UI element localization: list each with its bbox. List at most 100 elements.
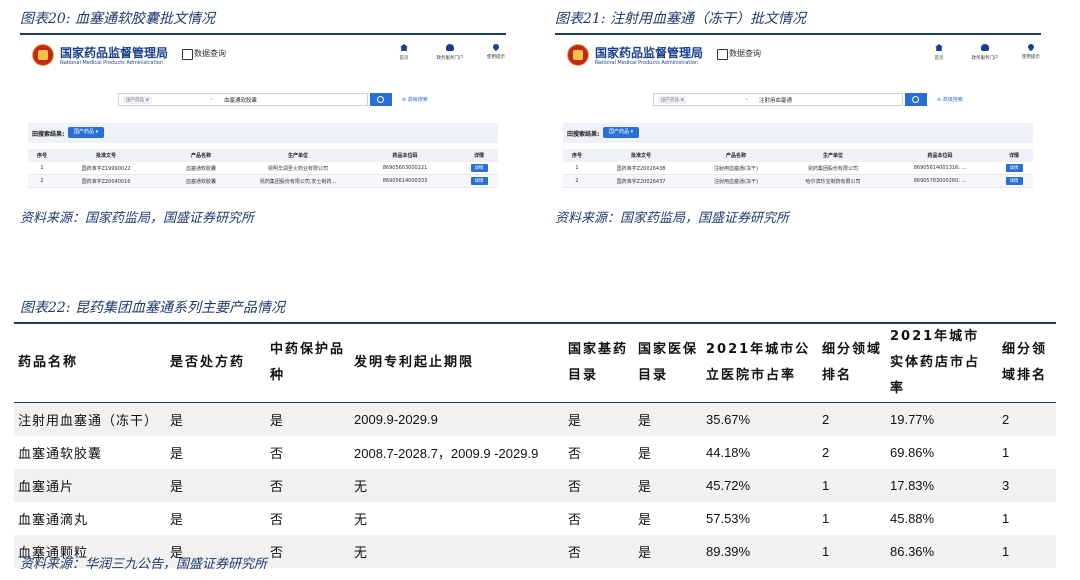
table-cell: 3 xyxy=(998,469,1056,502)
org-name-cn: 国家药品监督管理局 xyxy=(595,46,704,60)
detail-button[interactable]: 详情 xyxy=(1005,177,1023,185)
table-cell: 1 xyxy=(1002,445,1010,460)
table-cell: 86.36% xyxy=(886,535,998,568)
table-cell: 35.67% xyxy=(702,402,818,436)
table-cell: 血塞通片 xyxy=(14,469,166,502)
results-label: 田搜索结果: xyxy=(567,131,600,138)
table-cell: 否 xyxy=(564,535,634,568)
col-header: 生产单位 xyxy=(246,149,350,162)
table-cell: 国药准字Z20026437 xyxy=(591,174,691,188)
table-row: 1 国药准字Z19990022 血塞通软胶囊 昆明华润圣火药业有限公司 8690… xyxy=(28,162,498,175)
chevron-down-icon: ⌄ xyxy=(744,95,750,102)
table-cell: 否 xyxy=(568,447,583,462)
table-cell: 1 xyxy=(818,535,886,568)
search-query: 注射用血塞通 xyxy=(759,98,793,104)
search-button[interactable] xyxy=(370,93,392,106)
col-header: 生产单位 xyxy=(781,149,885,162)
col-header: 国家基药目录 xyxy=(564,322,634,403)
col-header: 国家医保目录 xyxy=(634,322,702,403)
user-icon xyxy=(981,44,989,51)
table-cell: 国药准字Z20040016 xyxy=(56,174,156,188)
figure-22-source: 资料来源：华润三九公告，国盛证券研究所 xyxy=(20,557,268,572)
table-cell: 详情 xyxy=(460,162,498,175)
advanced-search-link[interactable]: ≡ 高级搜索 xyxy=(402,96,428,103)
nav-home[interactable]: 首页 xyxy=(915,44,963,61)
table-cell: 详情 xyxy=(460,174,498,188)
results-table: 序号 批准文号 产品名称 生产单位 药品本位码 详情 1 国药准字Z200264… xyxy=(563,149,1033,188)
nav-home[interactable]: 首页 xyxy=(380,44,428,61)
org-name-cn: 国家药品监督管理局 xyxy=(60,46,169,60)
results-table: 序号 批准文号 产品名称 生产单位 药品本位码 详情 1 国药准字Z199900… xyxy=(28,149,498,188)
table-cell: 44.18% xyxy=(706,445,751,460)
figure-21-source: 资料来源：国家药监局，国盛证券研究所 xyxy=(555,211,790,226)
table-cell: 2 xyxy=(822,445,830,460)
col-header: 发明专利起止期限 xyxy=(350,322,564,403)
table-cell: 86905783000260; ... xyxy=(885,174,995,188)
detail-button[interactable]: 详情 xyxy=(470,164,488,172)
table-cell: 2 xyxy=(818,402,886,436)
col-header: 产品名称 xyxy=(156,149,246,162)
table-cell: 无 xyxy=(350,469,564,502)
table-cell: 注射用血塞通(冻干) xyxy=(691,162,781,175)
advanced-search-link[interactable]: ≡ 高级搜索 xyxy=(937,96,963,103)
table-cell: 86905603000221 xyxy=(350,162,460,175)
figure-20-caption: 图表20: 血塞通软胶囊批文情况 xyxy=(20,11,215,27)
col-header: 中药保护品种 xyxy=(266,322,350,403)
table-cell: 45.72% xyxy=(702,469,818,502)
location-pin-icon xyxy=(1026,42,1036,52)
col-header: 细分领域排名 xyxy=(998,322,1056,403)
table-cell: 1 xyxy=(822,511,830,526)
table-cell: 哈尔滨珍宝制药有限公司 xyxy=(781,174,885,188)
table-cell: 是 xyxy=(170,447,185,462)
results-filter-tag[interactable]: 国产药品 ▾ xyxy=(603,127,640,138)
table-row: 注射用血塞通（冻干） 是 是 2009.9-2029.9 是 是 35.67% … xyxy=(14,402,1056,436)
nav-service[interactable]: 政务服务门户 xyxy=(961,44,1009,61)
nmpa-header: 国家药品监督管理局 National Medical Products Admi… xyxy=(20,35,506,75)
data-query-link[interactable]: 数据查询 xyxy=(729,48,761,59)
table-cell: 86905614000333 xyxy=(350,174,460,188)
table-cell: 详情 xyxy=(995,162,1033,175)
table-cell: 否 xyxy=(270,447,285,462)
table-cell: 1 xyxy=(563,162,591,175)
col-header: 细分领域排名 xyxy=(818,322,886,403)
detail-button[interactable]: 详情 xyxy=(1005,164,1023,172)
table-cell: 是 xyxy=(564,402,634,436)
table-cell: 45.88% xyxy=(890,511,935,526)
table-cell: 2 xyxy=(28,174,56,188)
table-cell: 86905614001316; ... xyxy=(885,162,995,175)
org-name-en: National Medical Products Administration xyxy=(60,60,163,66)
results-label: 田搜索结果: xyxy=(32,131,65,138)
nmpa-header: 国家药品监督管理局 National Medical Products Admi… xyxy=(555,35,1041,75)
results-filter-tag[interactable]: 国产药品 ▾ xyxy=(68,127,105,138)
search-input[interactable]: 国产药品 ⊗ ⌄ 血塞通软胶囊 xyxy=(118,93,368,106)
table-row: 血塞通滴丸 是 否 无 否 是 57.53% 1 45.88% 1 xyxy=(14,502,1056,535)
national-emblem-icon xyxy=(567,44,589,66)
col-header: 批准文号 xyxy=(56,149,156,162)
category-select[interactable]: 国产药品 ⊗ xyxy=(123,96,153,104)
nav-help[interactable]: 使用提示 xyxy=(472,42,520,60)
nav-service[interactable]: 政务服务门户 xyxy=(426,44,474,61)
table-cell: 1 xyxy=(1002,511,1010,526)
figure-22-caption: 图表22: 昆药集团血塞通系列主要产品情况 xyxy=(20,300,285,316)
table-cell: 2 xyxy=(998,402,1056,436)
chevron-down-icon: ⌄ xyxy=(209,95,215,102)
table-cell: 2008.7-2028.7，2009.9 -2029.9 xyxy=(354,446,539,461)
table-cell: 1 xyxy=(818,469,886,502)
table-cell: 是 xyxy=(638,447,653,462)
search-input[interactable]: 国产药品 ⊗ ⌄ 注射用血塞通 xyxy=(653,93,903,106)
table-cell: 血塞通软胶囊 xyxy=(18,447,103,462)
table-cell: 2 xyxy=(563,174,591,188)
search-button[interactable] xyxy=(905,93,927,106)
figure-20-source: 资料来源：国家药监局，国盛证券研究所 xyxy=(20,211,255,226)
category-select[interactable]: 国产药品 ⊗ xyxy=(658,96,688,104)
table-cell: 无 xyxy=(350,535,564,568)
nav-help[interactable]: 使用提示 xyxy=(1007,42,1055,60)
table-cell: 昆药集团股份有限公司 xyxy=(781,162,885,175)
data-query-icon[interactable] xyxy=(717,49,728,60)
detail-button[interactable]: 详情 xyxy=(470,177,488,185)
table-cell: 是 xyxy=(166,402,266,436)
data-query-icon[interactable] xyxy=(182,49,193,60)
data-query-link[interactable]: 数据查询 xyxy=(194,48,226,59)
table-cell: 1 xyxy=(28,162,56,175)
results-bar: 田搜索结果: 国产药品 ▾ xyxy=(28,123,498,143)
